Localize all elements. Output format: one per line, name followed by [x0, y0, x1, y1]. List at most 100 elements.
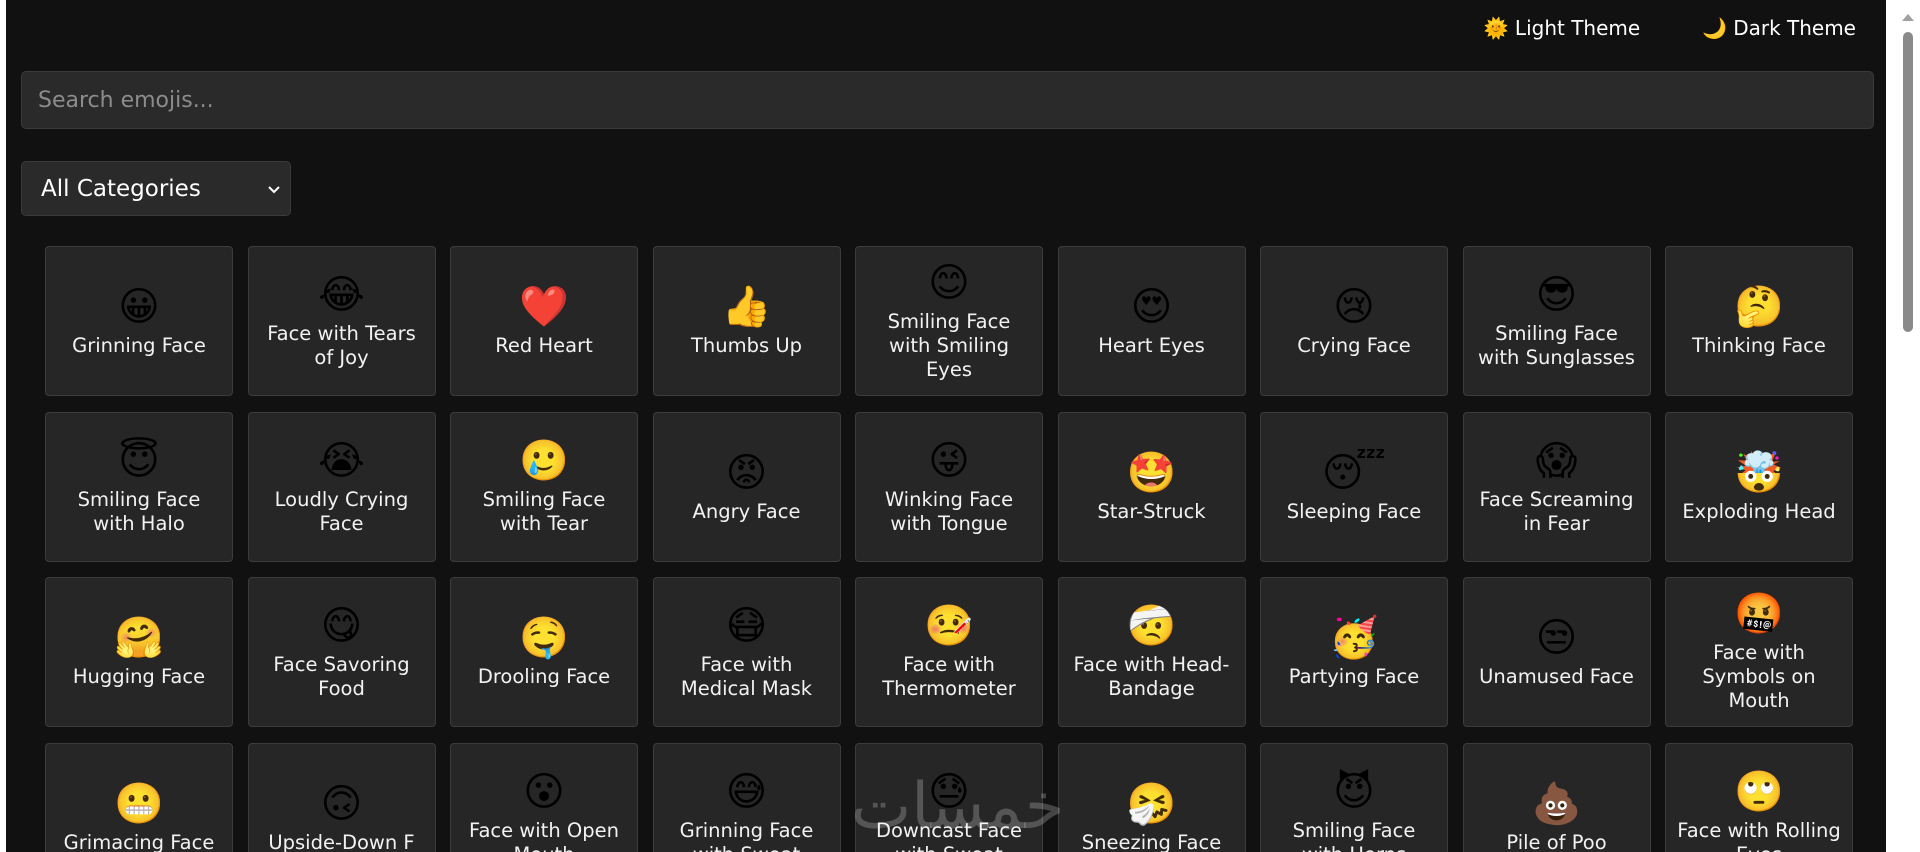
- light-theme-label: Light Theme: [1514, 16, 1641, 40]
- emoji-name: Face with Symbols on Mouth: [1702, 641, 1816, 712]
- emoji-name: Smiling Face with Horns: [1292, 818, 1416, 852]
- emoji-card[interactable]: 👍 Thumbs Up: [652, 246, 841, 396]
- emoji-name: Sleeping Face: [1286, 499, 1422, 523]
- emoji-card[interactable]: 😡 Angry Face: [652, 411, 841, 562]
- emoji-card[interactable]: 🥳 Partying Face: [1260, 577, 1448, 727]
- emoji-icon: 😓: [928, 768, 970, 815]
- emoji-name: Grinning Face with Sweat: [679, 818, 814, 852]
- emoji-name: Hugging Face: [72, 665, 206, 688]
- browser-viewport: 🌞 Light Theme 🌙 Dark Theme All Categorie…: [0, 0, 1920, 852]
- moon-icon: 🌙: [1702, 16, 1728, 40]
- emoji-name: Face Screaming in Fear: [1479, 487, 1634, 535]
- emoji-card[interactable]: 🤯 Exploding Head: [1665, 411, 1853, 562]
- emoji-name: Grinning Face: [72, 334, 206, 357]
- emoji-icon: 😅: [725, 768, 768, 815]
- sun-icon: 🌞: [1483, 16, 1509, 40]
- emoji-name: Smiling Face with Smiling Eyes: [887, 310, 1011, 381]
- emoji-name: Loudly Crying Face: [274, 487, 409, 535]
- scrollbar-thumb[interactable]: [1903, 32, 1913, 332]
- emoji-card[interactable]: 😮Face with Open Mouth: [450, 742, 638, 852]
- emoji-name: Winking Face with Tongue: [884, 487, 1014, 535]
- emoji-card[interactable]: 😇 Smiling Face with Halo: [45, 411, 233, 562]
- emoji-name: Smiling Face with Tear: [482, 487, 606, 535]
- emoji-card[interactable]: 😍 Heart Eyes: [1057, 246, 1246, 396]
- emoji-name: Angry Face: [692, 499, 801, 523]
- emoji-icon: 😮: [523, 768, 565, 815]
- emoji-card[interactable]: 😊 Smiling Face with Smiling Eyes: [855, 246, 1043, 396]
- theme-toggle-bar: 🌞 Light Theme 🌙 Dark Theme: [1484, 14, 1856, 42]
- emoji-icon: 🤤: [519, 615, 569, 661]
- emoji-icon: 😎: [1535, 272, 1578, 318]
- emoji-card[interactable]: 🤒 Face with Thermometer: [855, 577, 1043, 727]
- emoji-icon: 😷: [725, 603, 768, 649]
- emoji-icon: 🤯: [1734, 449, 1784, 496]
- emoji-card[interactable]: 😜 Winking Face with Tongue: [855, 411, 1043, 562]
- emoji-card[interactable]: 😋 Face Savoring Food: [247, 577, 436, 727]
- emoji-card[interactable]: 😀 Grinning Face: [45, 246, 233, 396]
- emoji-icon: 🤩: [1126, 449, 1177, 496]
- emoji-name: Thumbs Up: [690, 334, 802, 357]
- emoji-name: Pile of Poo: [1506, 830, 1607, 852]
- emoji-name: Crying Face: [1297, 334, 1411, 357]
- emoji-name: Drooling Face: [477, 665, 611, 688]
- emoji-card[interactable]: ❤️ Red Heart: [450, 246, 638, 396]
- search-input[interactable]: [21, 71, 1874, 129]
- emoji-card[interactable]: 😱 Face Screaming in Fear: [1462, 411, 1651, 562]
- emoji-card[interactable]: 🤗 Hugging Face: [45, 577, 233, 727]
- emoji-card[interactable]: 😭 Loudly Crying Face: [247, 411, 436, 562]
- emoji-icon: 🤔: [1734, 284, 1784, 330]
- emoji-icon: 🙃: [320, 780, 363, 827]
- emoji-card[interactable]: 😢 Crying Face: [1260, 246, 1448, 396]
- dark-theme-label: Dark Theme: [1733, 16, 1856, 40]
- emoji-icon: 💩: [1531, 780, 1582, 827]
- emoji-name: Face with Rolling Eyes: [1677, 818, 1841, 852]
- emoji-card[interactable]: 💩 Pile of Poo: [1462, 742, 1651, 852]
- emoji-card[interactable]: 😷 Face with Medical Mask: [652, 577, 841, 727]
- emoji-app: 🌞 Light Theme 🌙 Dark Theme All Categorie…: [6, 0, 1886, 852]
- emoji-card[interactable]: 🤬 Face with Symbols on Mouth: [1665, 577, 1853, 727]
- emoji-card[interactable]: 🤩 Star-Struck: [1057, 411, 1246, 562]
- category-select[interactable]: All Categories: [21, 161, 291, 216]
- emoji-icon: 😍: [1130, 284, 1173, 330]
- emoji-name: Partying Face: [1288, 665, 1420, 688]
- emoji-card[interactable]: 😎 Smiling Face with Sunglasses: [1462, 246, 1651, 396]
- light-theme-button[interactable]: 🌞 Light Theme: [1484, 14, 1640, 42]
- emoji-card[interactable]: 😂 Face with Tears of Joy: [247, 246, 436, 396]
- emoji-name: Face with Medical Mask: [680, 653, 813, 700]
- chevron-down-icon: [268, 185, 280, 193]
- emoji-icon: 😢: [1333, 284, 1375, 330]
- emoji-name: Upside-Down F: [268, 830, 415, 852]
- emoji-icon: 🤗: [114, 615, 164, 661]
- emoji-card[interactable]: 😈Smiling Face with Horns: [1260, 742, 1448, 852]
- emoji-name: Star-Struck: [1097, 499, 1206, 523]
- emoji-card[interactable]: 🤔 Thinking Face: [1665, 246, 1853, 396]
- emoji-card[interactable]: 🤤 Drooling Face: [450, 577, 638, 727]
- emoji-name: Unamused Face: [1479, 665, 1634, 688]
- emoji-icon: 🥲: [519, 437, 569, 484]
- emoji-card[interactable]: 🤕 Face with Head-Bandage: [1057, 577, 1246, 727]
- emoji-icon: 😒: [1535, 615, 1578, 661]
- emoji-icon: 😀: [118, 284, 160, 330]
- emoji-card[interactable]: 🙄Face with Rolling Eyes: [1665, 742, 1853, 852]
- emoji-name: Grimacing Face: [63, 830, 215, 852]
- emoji-icon: 🥳: [1329, 615, 1379, 661]
- emoji-card[interactable]: 😒 Unamused Face: [1462, 577, 1651, 727]
- emoji-name: Downcast Face with Sweat: [875, 818, 1023, 852]
- scrollbar[interactable]: [1894, 0, 1920, 852]
- emoji-icon: 🤧: [1126, 780, 1177, 827]
- emoji-card[interactable]: 😅Grinning Face with Sweat: [652, 742, 841, 852]
- emoji-name: Face with Head-Bandage: [1073, 653, 1230, 700]
- emoji-card[interactable]: 🤧 Sneezing Face: [1057, 742, 1246, 852]
- emoji-card[interactable]: 🥲 Smiling Face with Tear: [450, 411, 638, 562]
- emoji-name: Face with Open Mouth: [469, 818, 619, 852]
- emoji-card[interactable]: 😓Downcast Face with Sweat: [855, 742, 1043, 852]
- emoji-icon: 😴: [1321, 449, 1387, 496]
- emoji-card[interactable]: 😴 Sleeping Face: [1260, 411, 1448, 562]
- emoji-name: Heart Eyes: [1098, 334, 1205, 357]
- emoji-card[interactable]: 🙃 Upside-Down F: [247, 742, 436, 852]
- emoji-card[interactable]: 😬 Grimacing Face: [45, 742, 233, 852]
- dark-theme-button[interactable]: 🌙 Dark Theme: [1702, 14, 1856, 42]
- emoji-icon: 😇: [118, 437, 160, 484]
- scroll-up-arrow-icon[interactable]: [1902, 14, 1914, 21]
- emoji-icon: 😜: [928, 437, 970, 484]
